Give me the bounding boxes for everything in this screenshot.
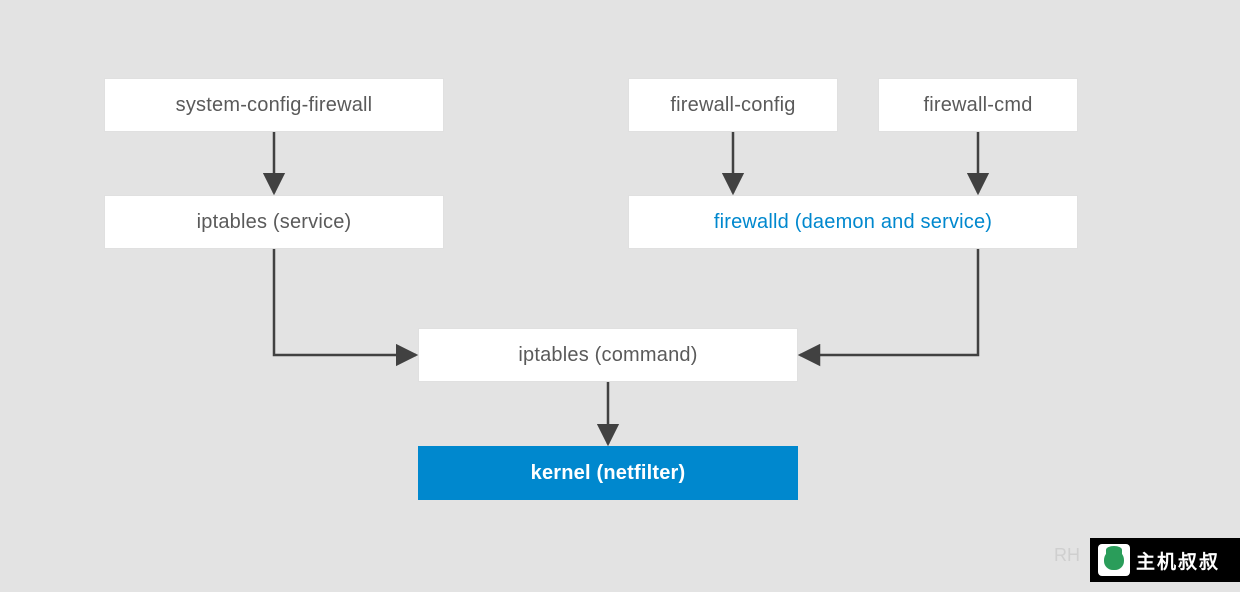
logo-text: 主机叔叔 (1136, 547, 1220, 574)
node-firewalld-daemon: firewalld (daemon and service) (628, 195, 1078, 249)
logo-avatar-icon (1098, 544, 1130, 576)
node-system-config-firewall: system-config-firewall (104, 78, 444, 132)
watermark-logo: 主机叔叔 (1090, 538, 1240, 582)
node-firewall-config: firewall-config (628, 78, 838, 132)
watermark-rh-text: RH (1054, 545, 1080, 566)
node-iptables-command: iptables (command) (418, 328, 798, 382)
node-iptables-service: iptables (service) (104, 195, 444, 249)
node-firewall-cmd: firewall-cmd (878, 78, 1078, 132)
node-kernel-netfilter: kernel (netfilter) (418, 446, 798, 500)
